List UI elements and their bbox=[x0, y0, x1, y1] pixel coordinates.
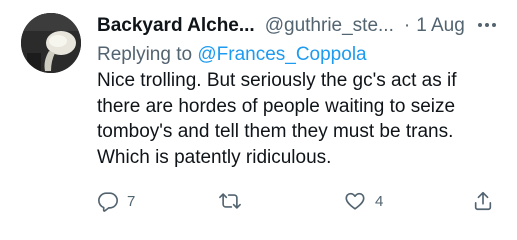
tweet-header: Backyard Alche... @guthrie_ste... · 1 Au… bbox=[97, 13, 497, 39]
user-handle[interactable]: @guthrie_ste... bbox=[265, 13, 394, 39]
replying-to-mention[interactable]: @Frances_Coppola bbox=[197, 44, 366, 65]
reply-icon bbox=[98, 192, 118, 212]
replying-to-label: Replying to bbox=[97, 44, 198, 65]
reply-count: 7 bbox=[127, 192, 136, 210]
tweet-body-line: Nice trolling. But seriously the gc's ac… bbox=[97, 70, 457, 91]
tweet-date[interactable]: 1 Aug bbox=[416, 13, 465, 39]
tweet-body-line: Which is patently ridiculous. bbox=[97, 146, 332, 168]
replying-to-line: Replying to @Frances_Coppola bbox=[97, 42, 367, 68]
separator-dot: · bbox=[403, 15, 411, 36]
more-icon bbox=[478, 23, 496, 27]
retweet-button[interactable] bbox=[218, 186, 250, 216]
tweet: Backyard Alche... @guthrie_ste... · 1 Au… bbox=[0, 0, 517, 240]
display-name[interactable]: Backyard Alche... bbox=[97, 13, 255, 39]
reply-button[interactable]: 7 bbox=[97, 186, 135, 216]
retweet-icon bbox=[219, 193, 241, 209]
avatar[interactable] bbox=[21, 13, 81, 73]
more-options-button[interactable] bbox=[472, 12, 502, 38]
tweet-body: Nice trolling. But seriously the gc's ac… bbox=[97, 68, 507, 170]
share-button[interactable] bbox=[472, 186, 494, 216]
heart-icon bbox=[345, 192, 365, 210]
share-icon bbox=[474, 191, 492, 211]
tweet-body-line: there are hordes of people waiting to se… bbox=[97, 95, 456, 117]
like-button[interactable]: 4 bbox=[343, 186, 383, 216]
action-bar: 7 4 bbox=[0, 186, 517, 216]
tweet-body-line: tomboy's and tell them they must be tran… bbox=[97, 121, 454, 142]
like-count: 4 bbox=[375, 192, 384, 210]
avatar-image bbox=[21, 13, 81, 73]
